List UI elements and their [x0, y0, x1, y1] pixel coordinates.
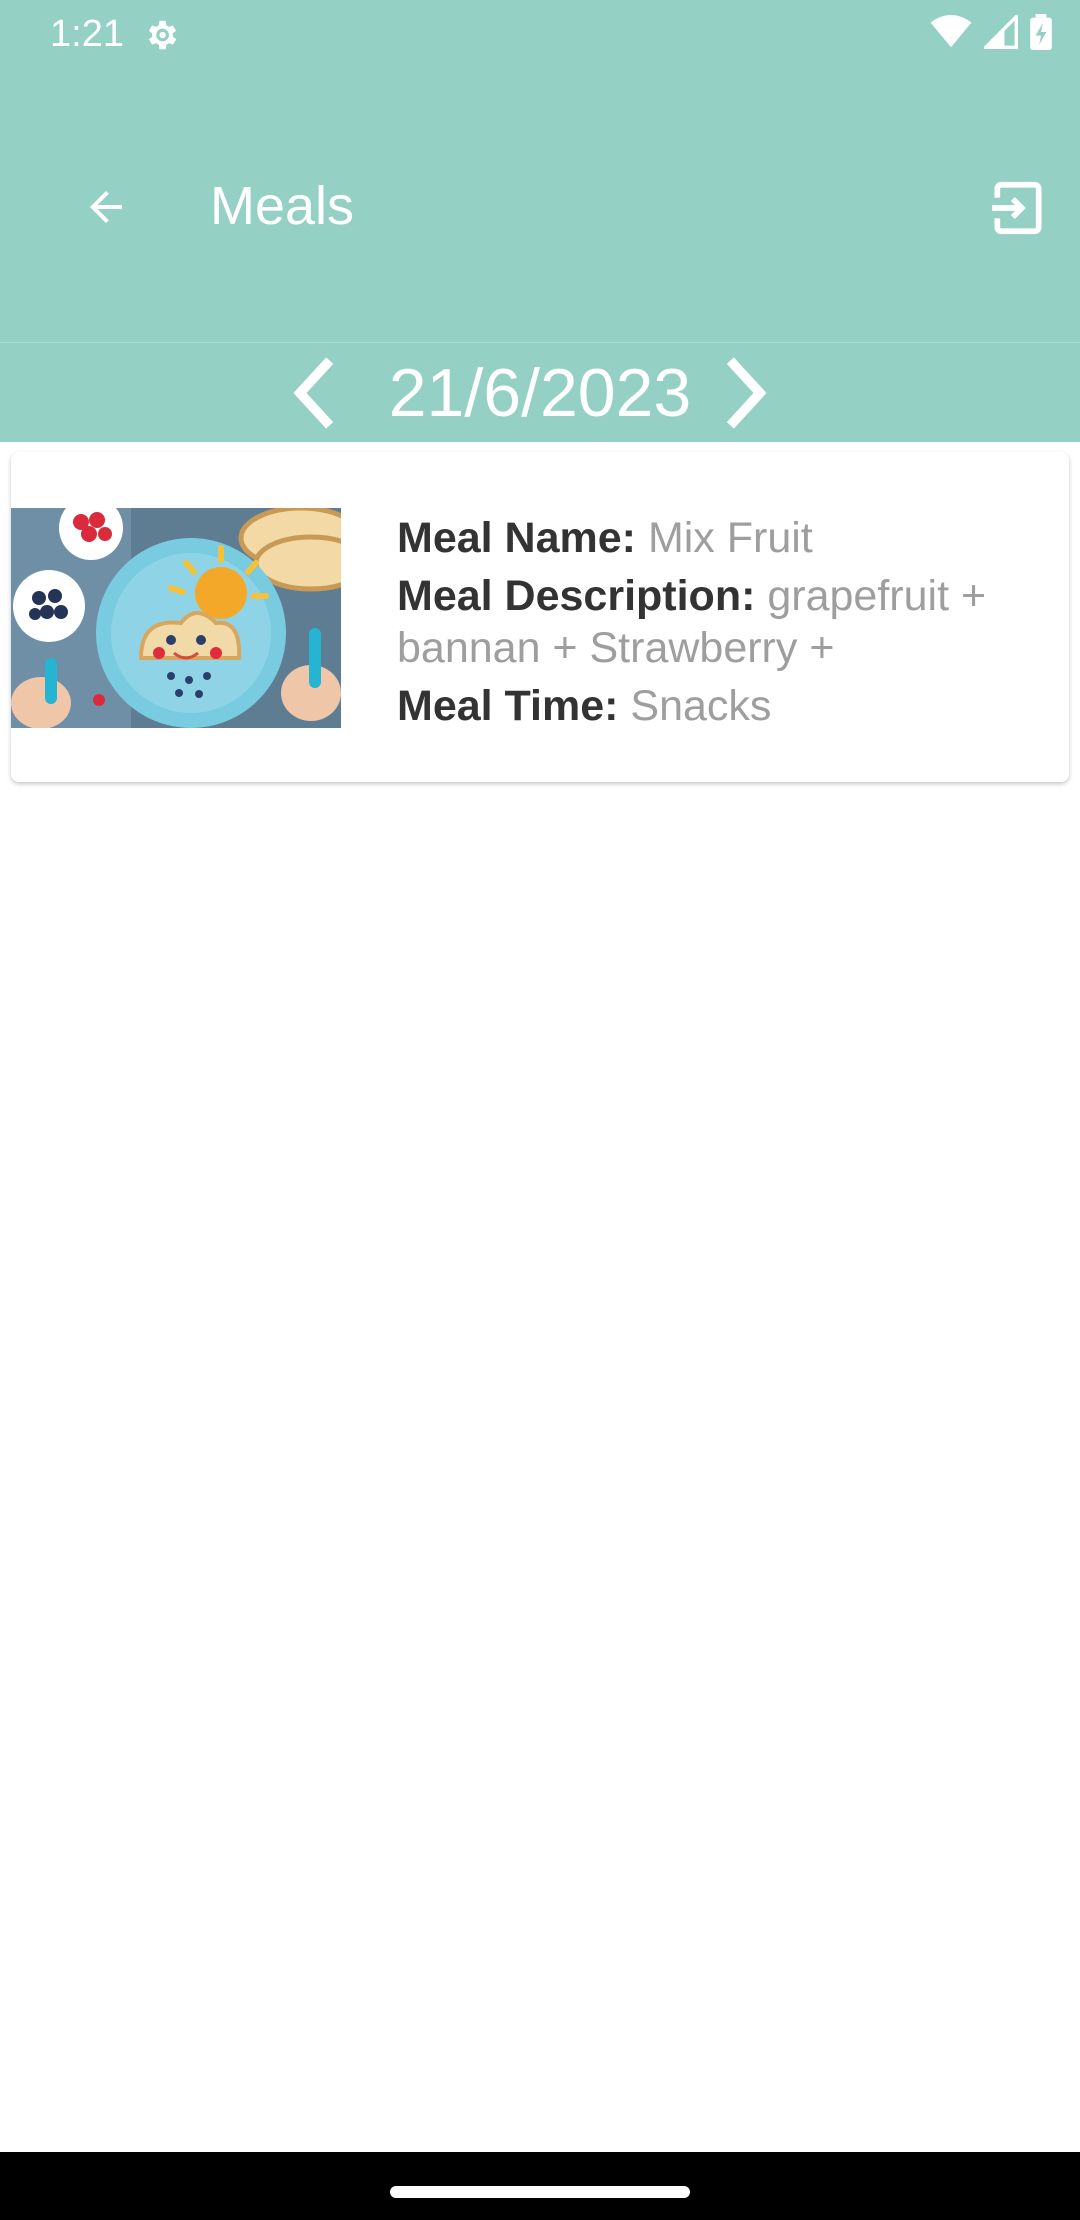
current-date: 21/6/2023	[388, 355, 692, 431]
logout-icon	[992, 181, 1042, 235]
home-indicator[interactable]	[390, 2186, 690, 2198]
meal-info: Meal Name: Mix Fruit Meal Description: g…	[397, 512, 1037, 738]
next-date-button[interactable]	[718, 355, 778, 431]
logout-button[interactable]	[978, 168, 1058, 248]
chevron-left-icon	[293, 357, 334, 429]
system-nav-bar	[0, 2152, 1080, 2220]
meal-name-label: Meal Name:	[397, 514, 636, 562]
previous-date-button[interactable]	[282, 355, 342, 431]
battery-charging-icon	[1030, 13, 1052, 55]
meal-time-label: Meal Time:	[397, 682, 619, 730]
meal-name-value: Mix Fruit	[647, 514, 813, 562]
page-title: Meals	[210, 176, 355, 236]
cellular-icon	[981, 12, 1018, 54]
status-bar: 1:21	[0, 0, 1080, 68]
meal-time-row: Meal Time: Snacks	[397, 680, 1037, 732]
app-bar: Meals	[0, 68, 1080, 342]
back-arrow-icon	[90, 191, 122, 223]
back-button[interactable]	[70, 171, 142, 243]
wifi-icon	[930, 14, 972, 54]
gear-icon	[142, 16, 180, 54]
status-time: 1:21	[50, 13, 124, 55]
meal-description-label: Meal Description:	[397, 572, 756, 620]
meal-description-row: Meal Description: grapefruit + bannan + …	[397, 570, 1037, 674]
meals-screen: 1:21 Meals 21/6/2023 Meal Name: Mix Frui…	[0, 0, 1080, 2220]
meal-name-row: Meal Name: Mix Fruit	[397, 512, 1037, 564]
meal-card[interactable]: Meal Name: Mix Fruit Meal Description: g…	[11, 452, 1069, 782]
meal-image	[11, 508, 341, 728]
meal-time-value: Snacks	[630, 682, 772, 730]
date-navigator: 21/6/2023	[0, 342, 1080, 442]
status-icons	[930, 12, 1052, 55]
chevron-right-icon	[726, 357, 767, 429]
